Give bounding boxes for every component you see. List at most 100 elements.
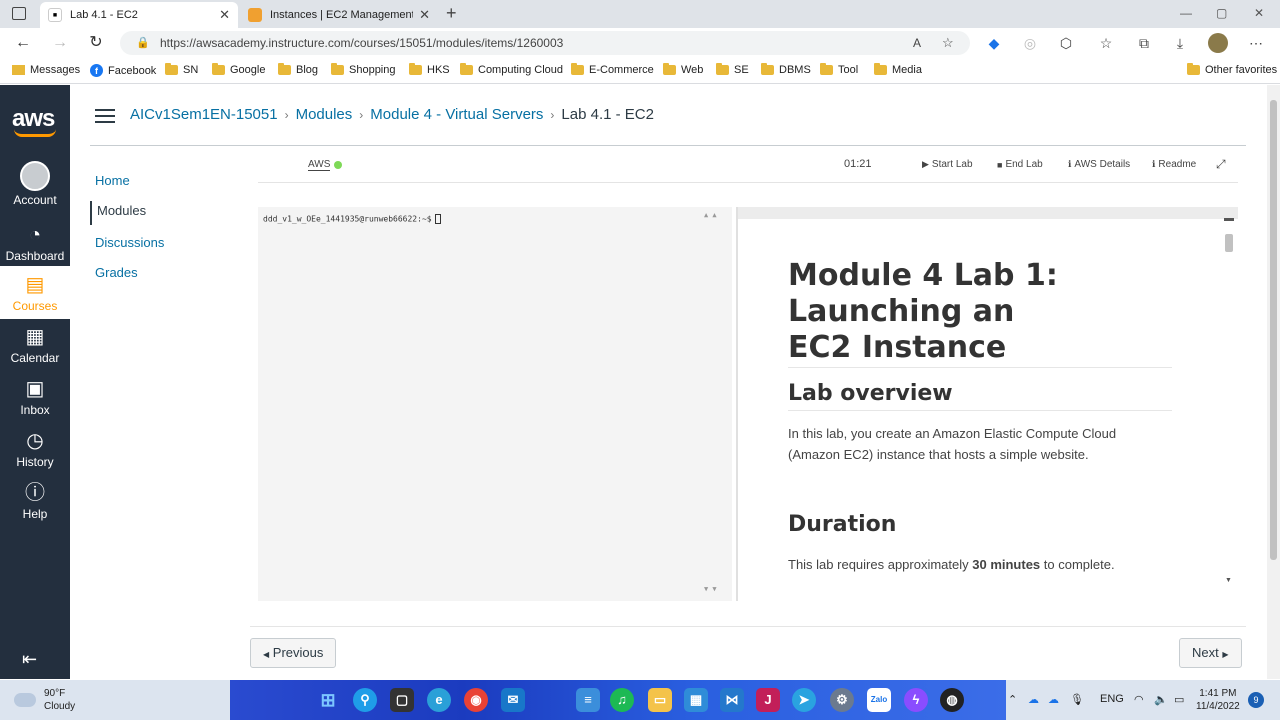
read-aloud-icon[interactable]: A [913, 31, 921, 55]
maximize-button[interactable]: ▢ [1216, 6, 1227, 20]
settings-icon[interactable]: ⚙ [830, 688, 854, 712]
aws-status[interactable]: AWS [308, 159, 343, 171]
bookmark-media[interactable]: Media [874, 63, 922, 76]
edge-icon[interactable]: e [427, 688, 451, 712]
battery-icon[interactable]: ▭ [1174, 693, 1184, 706]
extension-icon[interactable]: ◆ [984, 33, 1004, 53]
close-icon[interactable]: ✕ [219, 7, 230, 23]
forward-button[interactable]: → [50, 33, 70, 53]
nav-calendar[interactable]: ▦ Calendar [0, 325, 70, 365]
back-button[interactable]: ← [13, 33, 33, 53]
start-icon[interactable]: ⊞ [316, 688, 340, 712]
volume-icon[interactable]: 🔈 [1154, 693, 1168, 706]
scrollbar-thumb[interactable] [1270, 100, 1277, 560]
calculator-icon[interactable]: ▦ [684, 688, 708, 712]
favorites-icon[interactable]: ☆ [1096, 33, 1116, 53]
download-icon[interactable]: ⤓ [1170, 33, 1190, 53]
bookmark-blog[interactable]: Blog [278, 63, 318, 76]
bookmark-shopping[interactable]: Shopping [331, 63, 396, 76]
zalo-icon[interactable]: Zalo [867, 688, 891, 712]
profile-avatar[interactable] [1208, 33, 1228, 53]
search-icon[interactable]: ⚲ [353, 688, 377, 712]
bookmark-computing-cloud[interactable]: Computing Cloud [460, 63, 563, 76]
previous-button[interactable]: ◀ Previous [250, 638, 337, 668]
cloud-icon[interactable]: ☁ [1048, 693, 1059, 706]
scroll-down-icon[interactable]: ▼ ▼ [704, 585, 717, 593]
messenger-icon[interactable]: ϟ [904, 688, 928, 712]
readme-button[interactable]: ℹ Readme [1152, 159, 1196, 170]
tracking-icon[interactable]: ◎ [1020, 33, 1040, 53]
breadcrumb-modules[interactable]: Modules [296, 106, 353, 123]
nav-history[interactable]: ◷ History [0, 429, 70, 469]
course-menu-toggle-icon[interactable] [95, 109, 115, 123]
bookmark-google[interactable]: Google [212, 63, 265, 76]
bookmark-messages[interactable]: Messages [12, 64, 80, 76]
terminal-panel[interactable]: ddd_v1_w_OEe_1441935@runweb66622:~$ ▲ ▲ … [258, 207, 732, 601]
task-view-icon[interactable]: ▢ [390, 688, 414, 712]
bookmark-sn[interactable]: SN [165, 63, 198, 76]
spotify-icon[interactable]: ♫ [610, 688, 634, 712]
chrome-icon[interactable]: ◉ [464, 688, 488, 712]
nav-help[interactable]: ⓘ Help [0, 481, 70, 521]
course-nav-modules[interactable]: Modules [90, 201, 146, 225]
nav-courses[interactable]: ▤ Courses [0, 266, 70, 319]
url-input[interactable]: 🔒 https://awsacademy.instructure.com/cou… [120, 31, 970, 55]
more-menu-icon[interactable]: ⋯ [1246, 33, 1266, 53]
bookmark-se[interactable]: SE [716, 63, 749, 76]
favorite-star-icon[interactable]: ☆ [942, 31, 954, 55]
file-explorer-icon[interactable]: ▭ [648, 688, 672, 712]
page-scrollbar[interactable] [1267, 85, 1280, 679]
scroll-down-icon[interactable]: ▼ [1225, 577, 1232, 584]
tab-lab[interactable]: ■ Lab 4.1 - EC2 ✕ [40, 2, 238, 28]
start-lab-button[interactable]: ▶ Start Lab [922, 159, 973, 170]
bookmark-tool[interactable]: Tool [820, 63, 858, 76]
fullscreen-icon[interactable]: ⤢ [1216, 157, 1226, 172]
scrollbar-thumb[interactable] [1225, 234, 1233, 252]
close-icon[interactable]: ✕ [419, 7, 430, 23]
next-button[interactable]: Next ▶ [1179, 638, 1242, 668]
microphone-icon[interactable]: 🎙 [1070, 693, 1084, 706]
new-tab-button[interactable]: + [446, 3, 457, 24]
course-nav-discussions[interactable]: Discussions [90, 235, 164, 250]
scroll-up-icon[interactable]: ▲ ▲ [704, 211, 717, 219]
weather-widget[interactable]: 90°F Cloudy [14, 687, 75, 713]
collections-icon[interactable]: ⧉ [1134, 33, 1154, 53]
folder-icon [761, 63, 774, 75]
bookmark-hks[interactable]: HKS [409, 63, 450, 76]
breadcrumb-module[interactable]: Module 4 - Virtual Servers [370, 106, 543, 123]
vscode-icon[interactable]: ⋈ [720, 688, 744, 712]
breadcrumb-course[interactable]: AICv1Sem1EN-15051 [130, 106, 278, 123]
refresh-button[interactable]: ↻ [86, 33, 106, 53]
bookmark-dbms[interactable]: DBMS [761, 63, 811, 76]
clock[interactable]: 1:41 PM 11/4/2022 [1196, 687, 1240, 713]
nav-account[interactable]: Account [0, 161, 70, 209]
aws-details-button[interactable]: ℹ AWS Details [1068, 159, 1130, 170]
close-window-button[interactable]: ✕ [1254, 6, 1264, 20]
jetbrains-icon[interactable]: J [756, 688, 780, 712]
bookmark-e-commerce[interactable]: E-Commerce [571, 63, 654, 76]
onedrive-icon[interactable]: ☁ [1028, 693, 1039, 706]
bookmark-other-favorites[interactable]: Other favorites [1187, 63, 1277, 76]
nav-inbox[interactable]: ▣ Inbox [0, 377, 70, 417]
notepad-icon[interactable]: ≡ [576, 688, 600, 712]
course-nav-home[interactable]: Home [90, 173, 130, 188]
readme-scrollbar[interactable]: ▬ ▼ [1224, 213, 1234, 589]
chevron-up-icon[interactable]: ⌃ [1008, 693, 1017, 706]
minimize-icon[interactable]: ▬ [1224, 213, 1234, 224]
tab-actions-icon[interactable] [12, 7, 26, 20]
course-nav-grades[interactable]: Grades [90, 265, 138, 280]
telegram-icon[interactable]: ➤ [792, 688, 816, 712]
language-indicator[interactable]: ENG [1100, 693, 1124, 705]
end-lab-button[interactable]: ■ End Lab [997, 159, 1043, 170]
tab-ec2[interactable]: Instances | EC2 Management Co ✕ [240, 2, 438, 28]
wifi-icon[interactable]: ◠ [1134, 693, 1144, 706]
collapse-nav-icon[interactable]: ⇤ [22, 649, 37, 670]
nav-dashboard[interactable]: ◔ Dashboard [0, 223, 70, 263]
bookmark-web[interactable]: Web [663, 63, 703, 76]
obs-icon[interactable]: ◍ [940, 688, 964, 712]
notification-badge[interactable]: 9 [1248, 692, 1264, 708]
minimize-button[interactable]: — [1180, 6, 1192, 20]
bookmark-facebook[interactable]: f Facebook [90, 64, 156, 77]
mail-icon[interactable]: ✉ [501, 688, 525, 712]
extensions-puzzle-icon[interactable]: ⬡ [1056, 33, 1076, 53]
